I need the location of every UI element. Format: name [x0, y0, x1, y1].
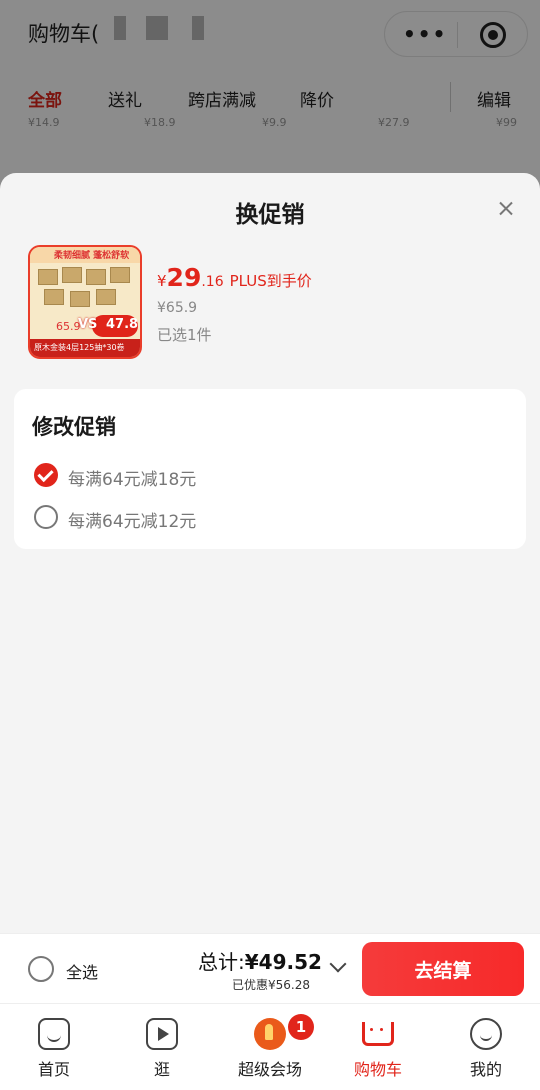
flame-icon — [254, 1018, 286, 1050]
tab-super-venue[interactable]: 1 超级会场 — [216, 1012, 324, 1082]
smile-icon — [470, 1018, 502, 1050]
total-price: 总计:¥49.52 — [198, 946, 322, 975]
tab-label: 超级会场 — [237, 1060, 302, 1079]
promotion-card: 修改促销 每满64元减18元 每满64元减12元 — [14, 389, 526, 549]
notification-badge: 1 — [288, 1014, 314, 1040]
tab-label: 购物车 — [353, 1060, 402, 1079]
tab-browse[interactable]: 逛 — [108, 1012, 216, 1082]
tab-home[interactable]: 首页 — [0, 1012, 108, 1082]
discount-amount: 已优惠¥56.28 — [232, 978, 310, 992]
thumbnail-footer-text: 原木金装4层125抽*30卷 — [34, 343, 125, 352]
thumbnail-footer: 原木金装4层125抽*30卷 — [30, 339, 140, 357]
checkout-bar: 全选 总计:¥49.52 已优惠¥56.28 去结算 — [0, 933, 540, 1003]
thumbnail-price-badge: 47.8 — [92, 315, 138, 337]
sheet-title: 换促销 — [235, 202, 305, 228]
promotion-heading: 修改促销 — [32, 415, 116, 439]
video-icon — [146, 1018, 178, 1050]
bottom-tab-bar: 首页 逛 1 超级会场 购物车 我的 — [0, 1003, 540, 1090]
checkout-button[interactable]: 去结算 — [362, 942, 524, 996]
plus-price: ¥29.16 PLUS到手价 — [157, 263, 312, 292]
selected-count: 已选1件 — [157, 326, 212, 344]
close-icon[interactable] — [494, 197, 518, 221]
product-pack — [62, 267, 82, 283]
select-all-label[interactable]: 全选 — [66, 959, 98, 983]
thumbnail-vs: VS — [78, 317, 98, 332]
thumbnail-banner-text: 柔韧细腻 蓬松舒软 — [54, 251, 130, 261]
product-pack — [44, 289, 64, 305]
thumbnail-old-price: 65.9 — [56, 320, 81, 333]
price-decimal: .16 — [201, 274, 224, 290]
promotion-option-label[interactable]: 每满64元减12元 — [68, 507, 196, 532]
product-thumbnail[interactable]: 柔韧细腻 蓬松舒软 65.9 47.8 VS 原木金装4层125抽*30卷 — [28, 245, 142, 359]
thumbnail-banner: 柔韧细腻 蓬松舒软 — [30, 247, 140, 263]
thumbnail-new-price: 47.8 — [106, 317, 139, 332]
product-pack — [38, 269, 58, 285]
price-tag: PLUS到手价 — [229, 272, 312, 290]
original-price: ¥65.9 — [157, 300, 198, 316]
product-pack — [110, 267, 130, 283]
tab-cart[interactable]: 购物车 — [324, 1012, 432, 1082]
product-pack — [70, 291, 90, 307]
tab-mine[interactable]: 我的 — [432, 1012, 540, 1082]
chevron-down-icon[interactable] — [329, 955, 347, 973]
tab-label: 首页 — [37, 1060, 70, 1079]
price-currency: ¥ — [157, 272, 167, 290]
tab-label: 逛 — [153, 1060, 170, 1079]
checkout-button-label: 去结算 — [414, 960, 472, 982]
promotion-option-label[interactable]: 每满64元减18元 — [68, 465, 196, 490]
total-amount: ¥49.52 — [244, 950, 322, 974]
product-pack — [96, 289, 116, 305]
select-all-checkbox[interactable] — [28, 956, 54, 982]
product-pack — [86, 269, 106, 285]
screen: 购物车( ••• 全部 送礼 跨店满减 降价 编辑 ¥14.9 ¥18.9 ¥9… — [0, 0, 540, 1090]
promotion-option-radio[interactable] — [34, 505, 58, 529]
promotion-option-radio-checked[interactable] — [34, 463, 58, 487]
tab-label: 我的 — [469, 1060, 502, 1079]
total-label: 总计: — [198, 950, 245, 974]
cart-icon — [362, 1022, 394, 1046]
change-promotion-sheet: 换促销 柔韧细腻 蓬松舒软 65.9 47.8 VS 原木金装4层125抽*30… — [0, 173, 540, 933]
price-integer: 29 — [166, 263, 202, 292]
home-icon — [38, 1018, 70, 1050]
